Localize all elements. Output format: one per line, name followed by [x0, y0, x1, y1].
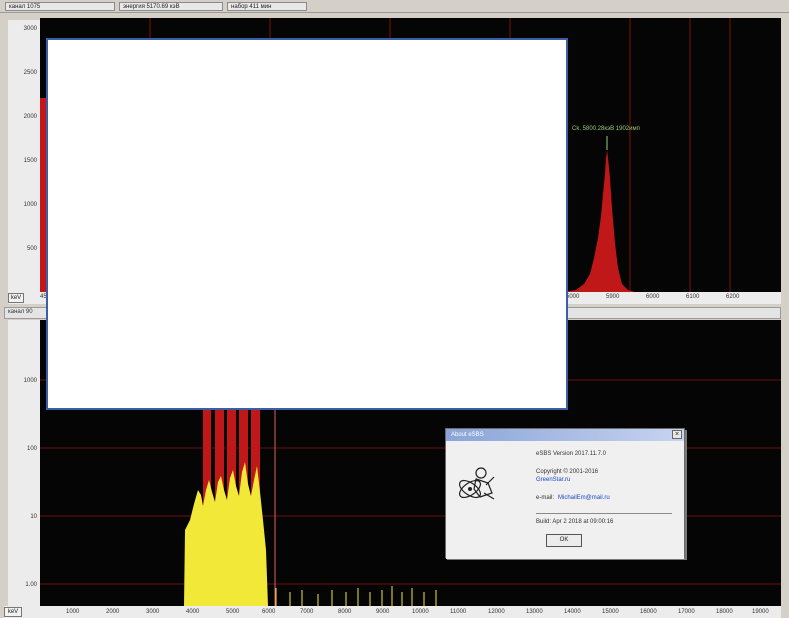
bottom-x-tick: 11000 — [450, 609, 467, 615]
bottom-x-tick: 19000 — [752, 609, 769, 615]
ok-button[interactable]: OK — [546, 534, 582, 547]
status-collection: набор 411 мин — [227, 2, 307, 11]
top-y-tick: 1000 — [23, 202, 37, 208]
about-copyright: Copyright © 2001-2016 — [536, 469, 599, 475]
top-y-tick: 500 — [26, 246, 37, 252]
top-y-tick: 1500 — [23, 158, 37, 164]
top-kev-button[interactable]: keV — [8, 293, 24, 303]
bottom-x-tick: 12000 — [488, 609, 505, 615]
top-x-tick: 6000 — [646, 294, 660, 300]
atom-scientist-icon — [458, 467, 495, 500]
top-x-tick: 6200 — [726, 294, 740, 300]
status-channel: канал 1075 — [5, 2, 115, 11]
bottom-x-tick: 15000 — [602, 609, 619, 615]
status-energy: энергия 5170.69 кэВ — [119, 2, 223, 11]
about-build: Build: Apr 2 2018 at 09:00:16 — [536, 519, 614, 525]
about-email-label: e-mail: — [536, 495, 555, 501]
about-dialog: About eSBS × eSBS Version 2017.11.7.0 Co… — [445, 428, 685, 559]
blank-overlay-window — [46, 38, 568, 410]
bottom-x-tick: 10000 — [412, 609, 429, 615]
top-x-tick: 5900 — [606, 294, 620, 300]
bottom-x-tick: 2000 — [106, 609, 120, 615]
about-website-link[interactable]: GreenStar.ru — [536, 477, 570, 483]
bottom-x-tick: 8000 — [338, 609, 352, 615]
bottom-x-tick: 16000 — [640, 609, 657, 615]
bottom-x-tick: 3000 — [146, 609, 160, 615]
about-divider — [536, 513, 672, 514]
bottom-x-tick: 18000 — [716, 609, 733, 615]
status-strip: канал 1075 энергия 5170.69 кэВ набор 411… — [0, 0, 789, 13]
bottom-x-tick: 1000 — [66, 609, 80, 615]
top-y-tick: 2500 — [23, 70, 37, 76]
top-y-tick: 2000 — [23, 114, 37, 120]
about-title: About eSBS — [451, 432, 484, 438]
bottom-x-tick: 14000 — [564, 609, 581, 615]
bottom-x-tick: 6000 — [262, 609, 276, 615]
bottom-x-tick: 7000 — [300, 609, 314, 615]
top-x-tick: 5000 — [566, 294, 580, 300]
bottom-y-tick: 100 — [26, 446, 37, 452]
close-icon[interactable]: × — [672, 430, 682, 439]
bottom-kev-button[interactable]: keV — [4, 607, 22, 617]
top-peak-label: Ck. 5800.28кэВ 1902имп — [572, 126, 640, 132]
bottom-x-tick: 4000 — [186, 609, 200, 615]
about-body: eSBS Version 2017.11.7.0 Copyright © 200… — [446, 441, 684, 559]
bottom-y-tick: 1000 — [23, 378, 37, 384]
bottom-channel-label: канал 90 — [8, 309, 33, 315]
about-version: eSBS Version 2017.11.7.0 — [536, 451, 606, 457]
top-spectrum-peak — [565, 150, 635, 292]
bottom-x-tick: 5000 — [226, 609, 240, 615]
top-x-tick: 6100 — [686, 294, 700, 300]
bottom-x-axis: keV 1000 2000 3000 4000 5000 6000 7000 8… — [4, 606, 781, 618]
bottom-y-tick: 10 — [30, 514, 37, 520]
bottom-y-tick: 1.00 — [25, 582, 37, 588]
about-email-link[interactable]: MichailEm@mail.ru — [558, 495, 610, 501]
bottom-yellow-spectrum — [184, 462, 268, 606]
bottom-x-tick: 17000 — [678, 609, 695, 615]
bottom-x-tick: 9000 — [376, 609, 390, 615]
top-y-tick: 3000 — [23, 26, 37, 32]
about-title-bar[interactable]: About eSBS × — [446, 429, 684, 441]
bottom-y-axis: 1000 100 10 1.00 — [8, 320, 40, 606]
bottom-x-tick: 13000 — [526, 609, 543, 615]
top-y-axis: 3000 2500 2000 1500 1000 500 — [8, 20, 40, 292]
